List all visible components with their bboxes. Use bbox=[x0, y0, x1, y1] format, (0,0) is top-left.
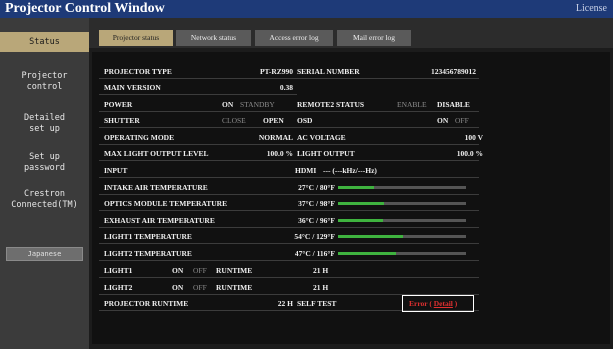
light1-on: ON bbox=[172, 266, 184, 275]
sidebar-item-projector-control[interactable]: Projector control bbox=[0, 70, 89, 94]
power-standby: STANDBY bbox=[240, 100, 275, 109]
osd-off: OFF bbox=[455, 116, 469, 125]
row-light-output: MAX LIGHT OUTPUT LEVEL 100.0 % LIGHT OUT… bbox=[99, 146, 483, 161]
input-label: INPUT bbox=[104, 166, 128, 175]
light2-label: LIGHT2 bbox=[104, 283, 133, 292]
temp-label: LIGHT1 TEMPERATURE bbox=[104, 232, 192, 241]
shutter-close: CLOSE bbox=[222, 116, 246, 125]
self-test-error: Error ( Detail ) bbox=[409, 296, 457, 311]
temp-label: OPTICS MODULE TEMPERATURE bbox=[104, 199, 228, 208]
row-power: POWER ON STANDBY REMOTE2 STATUS ENABLE D… bbox=[99, 97, 479, 112]
remote2-disable: DISABLE bbox=[437, 100, 470, 109]
temp-bar-fill bbox=[338, 186, 374, 189]
shutter-label: SHUTTER bbox=[104, 116, 140, 125]
temp-bar bbox=[338, 202, 466, 205]
tab-network-status[interactable]: Network status bbox=[176, 30, 251, 46]
self-test-label: SELF TEST bbox=[297, 299, 337, 308]
row-input: INPUT HDMI --- (---kHz/---Hz) bbox=[99, 163, 479, 178]
ac-voltage-value: 100 V bbox=[464, 133, 483, 142]
temp-bar bbox=[338, 252, 466, 255]
temp-value: 36°C / 96°F bbox=[298, 216, 335, 225]
light1-runtime-label: RUNTIME bbox=[216, 266, 253, 275]
title-bar: Projector Control Window License bbox=[0, 0, 613, 18]
sidebar-item-detailed-set-up[interactable]: Detailed set up bbox=[0, 112, 89, 136]
power-on: ON bbox=[222, 100, 234, 109]
temp-label: EXHAUST AIR TEMPERATURE bbox=[104, 216, 215, 225]
input-value: HDMI bbox=[295, 166, 317, 175]
max-light-label: MAX LIGHT OUTPUT LEVEL bbox=[104, 149, 209, 158]
remote2-enable: ENABLE bbox=[397, 100, 427, 109]
sidebar: Status Projector control Detailed set up… bbox=[0, 18, 89, 349]
error-text: Error ( bbox=[409, 299, 432, 308]
row-shutter: SHUTTER CLOSE OPEN OSD ON OFF bbox=[99, 113, 479, 128]
operating-mode-value: NORMAL bbox=[258, 133, 293, 142]
temp-bar-fill bbox=[338, 219, 383, 222]
power-label: POWER bbox=[104, 100, 133, 109]
temp-label: LIGHT2 TEMPERATURE bbox=[104, 249, 192, 258]
temp-value: 47°C / 116°F bbox=[294, 249, 335, 258]
tab-projector-status[interactable]: Projector status bbox=[99, 30, 173, 46]
detail-link[interactable]: Detail bbox=[434, 299, 453, 308]
serial-value: 123456789012 bbox=[431, 67, 476, 76]
temp-bar-fill bbox=[338, 252, 396, 255]
light1-label: LIGHT1 bbox=[104, 266, 133, 275]
projector-runtime-value: 22 H bbox=[277, 299, 293, 308]
temp-bar-fill bbox=[338, 202, 385, 205]
main-version-label: MAIN VERSION bbox=[104, 83, 161, 92]
sidebar-item-set-up-password[interactable]: Set up password bbox=[0, 151, 89, 175]
operating-mode-label: OPERATING MODE bbox=[104, 133, 175, 142]
temp-value: 37°C / 98°F bbox=[298, 199, 335, 208]
projector-runtime-label: PROJECTOR RUNTIME bbox=[104, 299, 189, 308]
temp-bar bbox=[338, 235, 466, 238]
remote2-label: REMOTE2 STATUS bbox=[297, 100, 365, 109]
light2-off: OFF bbox=[193, 283, 207, 292]
light1-runtime-value: 21 H bbox=[313, 266, 329, 275]
temp-bar bbox=[338, 186, 466, 189]
serial-label: SERIAL NUMBER bbox=[297, 67, 360, 76]
temp-label: INTAKE AIR TEMPERATURE bbox=[104, 183, 208, 192]
light2-runtime-label: RUNTIME bbox=[216, 283, 253, 292]
max-light-value: 100.0 % bbox=[266, 149, 293, 158]
osd-label: OSD bbox=[297, 116, 313, 125]
tab-access-error-log[interactable]: Access error log bbox=[255, 30, 333, 46]
tab-bar: Projector status Network status Access e… bbox=[89, 18, 613, 48]
row-operating-mode: OPERATING MODE NORMAL AC VOLTAGE 100 V bbox=[99, 130, 483, 145]
shutter-open: OPEN bbox=[263, 116, 284, 125]
light2-on: ON bbox=[172, 283, 184, 292]
temp-bar bbox=[338, 219, 466, 222]
status-panel: PROJECTOR TYPE PT-RZ990 SERIAL NUMBER 12… bbox=[92, 52, 610, 344]
temp-value: 54°C / 129°F bbox=[294, 232, 335, 241]
language-button[interactable]: Japanese bbox=[6, 247, 83, 261]
projector-type-label: PROJECTOR TYPE bbox=[104, 67, 172, 76]
main-version-value: 0.38 bbox=[279, 83, 293, 92]
light2-runtime-value: 21 H bbox=[313, 283, 329, 292]
input-frequency: --- (---kHz/---Hz) bbox=[323, 166, 377, 175]
self-test-error-box: Error ( Detail ) bbox=[402, 295, 474, 312]
row-light2: LIGHT2 ON OFF RUNTIME 21 H bbox=[99, 280, 479, 295]
error-close-paren: ) bbox=[454, 299, 458, 308]
sidebar-item-crestron[interactable]: Crestron Connected(TM) bbox=[0, 188, 89, 212]
row-main-version: MAIN VERSION 0.38 bbox=[99, 80, 297, 95]
light-output-value: 100.0 % bbox=[456, 149, 483, 158]
main-content: Projector status Network status Access e… bbox=[89, 18, 613, 349]
app-title: Projector Control Window bbox=[5, 1, 165, 16]
temp-value: 27°C / 80°F bbox=[298, 183, 335, 192]
ac-voltage-label: AC VOLTAGE bbox=[297, 133, 346, 142]
light-output-label: LIGHT OUTPUT bbox=[297, 149, 355, 158]
tab-mail-error-log[interactable]: Mail error log bbox=[337, 30, 411, 46]
row-light1: LIGHT1 ON OFF RUNTIME 21 H bbox=[99, 263, 479, 278]
license-link[interactable]: License bbox=[576, 0, 607, 18]
projector-type-value: PT-RZ990 bbox=[259, 67, 293, 76]
temp-bar-fill bbox=[338, 235, 404, 238]
sidebar-item-status[interactable]: Status bbox=[0, 32, 89, 52]
light1-off: OFF bbox=[193, 266, 207, 275]
osd-on: ON bbox=[437, 116, 449, 125]
